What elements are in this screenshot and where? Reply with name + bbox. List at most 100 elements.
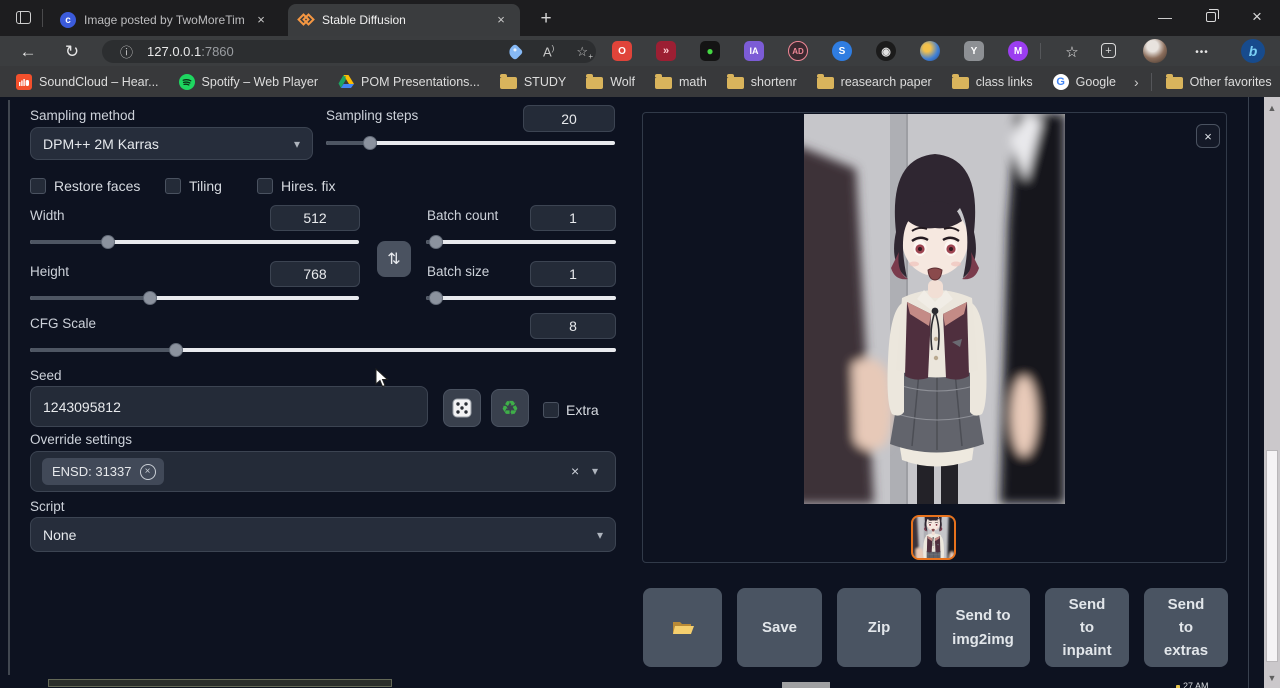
batch-count-slider[interactable] <box>426 235 616 249</box>
bookmarks-bar: SoundCloud – Hear... Spotify – Web Playe… <box>0 66 1280 97</box>
extension-fastforward-icon[interactable]: » <box>656 41 676 61</box>
slider-handle[interactable] <box>143 291 157 305</box>
restore-faces-checkbox[interactable] <box>30 178 46 194</box>
favorites-hub-icon[interactable]: ☆ <box>1060 40 1084 64</box>
script-dropdown[interactable]: None ▾ <box>30 517 616 552</box>
sampling-steps-slider[interactable] <box>326 136 615 150</box>
site-info-icon[interactable]: ⓘ <box>120 42 133 61</box>
bookmark-folder-study[interactable]: STUDY <box>498 72 574 92</box>
slider-handle[interactable] <box>429 235 443 249</box>
extension-m-icon[interactable]: M <box>1008 41 1028 61</box>
generated-image[interactable] <box>804 114 1065 509</box>
bookmark-folder-reasearch-paper[interactable]: reasearch paper <box>815 72 940 92</box>
tab-stable-diffusion[interactable]: Stable Diffusion × <box>288 4 520 36</box>
seed-label: Seed <box>30 368 62 383</box>
tab-image-posted[interactable]: c Image posted by TwoMoreTimes × <box>50 4 282 36</box>
profile-avatar[interactable] <box>1143 39 1167 63</box>
sampling-method-dropdown[interactable]: DPM++ 2M Karras ▾ <box>30 127 313 160</box>
extra-seed-checkbox[interactable] <box>543 402 559 418</box>
gallery-close-button[interactable]: × <box>1196 124 1220 148</box>
override-clear-icon[interactable]: × <box>571 463 579 479</box>
extension-y-icon[interactable]: Y <box>964 41 984 61</box>
override-caret-icon[interactable]: ▾ <box>592 464 598 478</box>
sampling-steps-input[interactable]: 20 <box>523 105 615 132</box>
cfg-scale-slider[interactable] <box>30 343 616 357</box>
width-slider[interactable] <box>30 235 359 249</box>
slider-handle[interactable] <box>169 343 183 357</box>
right-column-border <box>1248 97 1249 688</box>
back-button[interactable]: ← <box>16 40 40 64</box>
refresh-button[interactable]: ↻ <box>60 40 84 64</box>
cfg-scale-input[interactable]: 8 <box>530 313 616 339</box>
send-to-img2img-button[interactable]: Send to img2img <box>936 588 1030 667</box>
bookmark-folder-wolf[interactable]: Wolf <box>584 72 643 92</box>
send-to-inpaint-button[interactable]: Send to inpaint <box>1045 588 1129 667</box>
extension-globe-icon[interactable] <box>920 41 940 61</box>
collections-icon[interactable]: + <box>1101 43 1116 58</box>
seed-input[interactable] <box>30 386 428 427</box>
bookmark-folder-math[interactable]: math <box>653 72 715 92</box>
extension-ia-icon[interactable]: IA <box>744 41 764 61</box>
restore-faces-label: Restore faces <box>54 178 140 194</box>
bing-chat-icon[interactable]: b <box>1241 39 1265 63</box>
tab1-close-icon[interactable]: × <box>252 11 270 29</box>
override-chip-ensd[interactable]: ENSD: 31337 × <box>42 458 164 485</box>
batch-size-input[interactable]: 1 <box>530 261 616 287</box>
reuse-seed-button[interactable]: ♻ <box>491 389 529 427</box>
bookmarks-overflow-chevron[interactable]: › <box>1134 74 1139 90</box>
folder-icon <box>586 77 603 89</box>
screenshot-root: c Image posted by TwoMoreTimes × Stable … <box>0 0 1280 688</box>
swap-width-height-button[interactable]: ⇅ <box>377 241 411 277</box>
slider-handle[interactable] <box>429 291 443 305</box>
batch-count-label: Batch count <box>427 208 498 223</box>
batch-count-input[interactable]: 1 <box>530 205 616 231</box>
tiling-checkbox[interactable] <box>165 178 181 194</box>
tab2-close-icon[interactable]: × <box>492 11 510 29</box>
bookmark-spotify[interactable]: Spotify – Web Player <box>177 71 327 93</box>
taskbar-clock-sliver: 27 AM <box>1176 681 1276 688</box>
vertical-scrollbar-thumb[interactable] <box>1266 450 1278 662</box>
width-label: Width <box>30 208 65 223</box>
workspaces-icon[interactable] <box>16 11 31 24</box>
bookmark-folder-class-links[interactable]: class links <box>950 72 1041 92</box>
address-bar[interactable]: ⓘ 127.0.0.1:7860 A) ☆+ <box>102 40 596 63</box>
bookmark-pom-presentations[interactable]: POM Presentations... <box>336 71 488 92</box>
bookmark-folder-shortenr[interactable]: shortenr <box>725 72 805 92</box>
slider-handle[interactable] <box>101 235 115 249</box>
height-input[interactable]: 768 <box>270 261 360 287</box>
chip-remove-icon[interactable]: × <box>140 464 156 480</box>
hires-fix-checkbox[interactable] <box>257 178 273 194</box>
slider-handle[interactable] <box>363 136 377 150</box>
batch-size-slider[interactable] <box>426 291 616 305</box>
extension-map-pin-icon[interactable]: ◉ <box>876 41 896 61</box>
send-to-extras-button[interactable]: Send to extras <box>1144 588 1228 667</box>
restore-button[interactable] <box>1188 0 1234 34</box>
extension-adguard-icon[interactable]: AD <box>788 41 808 61</box>
extension-shazam-icon[interactable]: S <box>832 41 852 61</box>
open-folder-button[interactable] <box>643 588 722 667</box>
new-tab-button[interactable]: + <box>532 5 560 33</box>
close-window-button[interactable]: × <box>1234 0 1280 34</box>
folder-icon <box>655 77 672 89</box>
read-aloud-icon[interactable]: A) <box>543 44 554 59</box>
zip-button[interactable]: Zip <box>837 588 921 667</box>
extension-o-icon[interactable]: O <box>612 41 632 61</box>
width-input[interactable]: 512 <box>270 205 360 231</box>
bookmark-google[interactable]: G Google <box>1051 71 1124 93</box>
save-button[interactable]: Save <box>737 588 822 667</box>
folder-icon <box>817 77 834 89</box>
folder-icon <box>1166 77 1183 89</box>
settings-more-icon[interactable]: ••• <box>1190 40 1214 64</box>
random-seed-button[interactable] <box>443 389 481 427</box>
bookmark-soundcloud[interactable]: SoundCloud – Hear... <box>14 71 167 93</box>
soundcloud-icon <box>16 74 32 90</box>
horizontal-scrollbar[interactable] <box>48 679 392 687</box>
height-slider[interactable] <box>30 291 359 305</box>
shopping-tag-icon[interactable] <box>507 43 524 60</box>
gallery-thumbnail-selected[interactable] <box>911 515 956 560</box>
extension-monkey-icon[interactable]: ● <box>700 41 720 61</box>
minimize-button[interactable]: — <box>1142 0 1188 34</box>
add-favorite-icon[interactable]: ☆+ <box>576 44 588 60</box>
scroll-up-icon[interactable]: ▲ <box>1264 100 1280 116</box>
other-favorites-folder[interactable]: Other favorites <box>1164 72 1280 92</box>
